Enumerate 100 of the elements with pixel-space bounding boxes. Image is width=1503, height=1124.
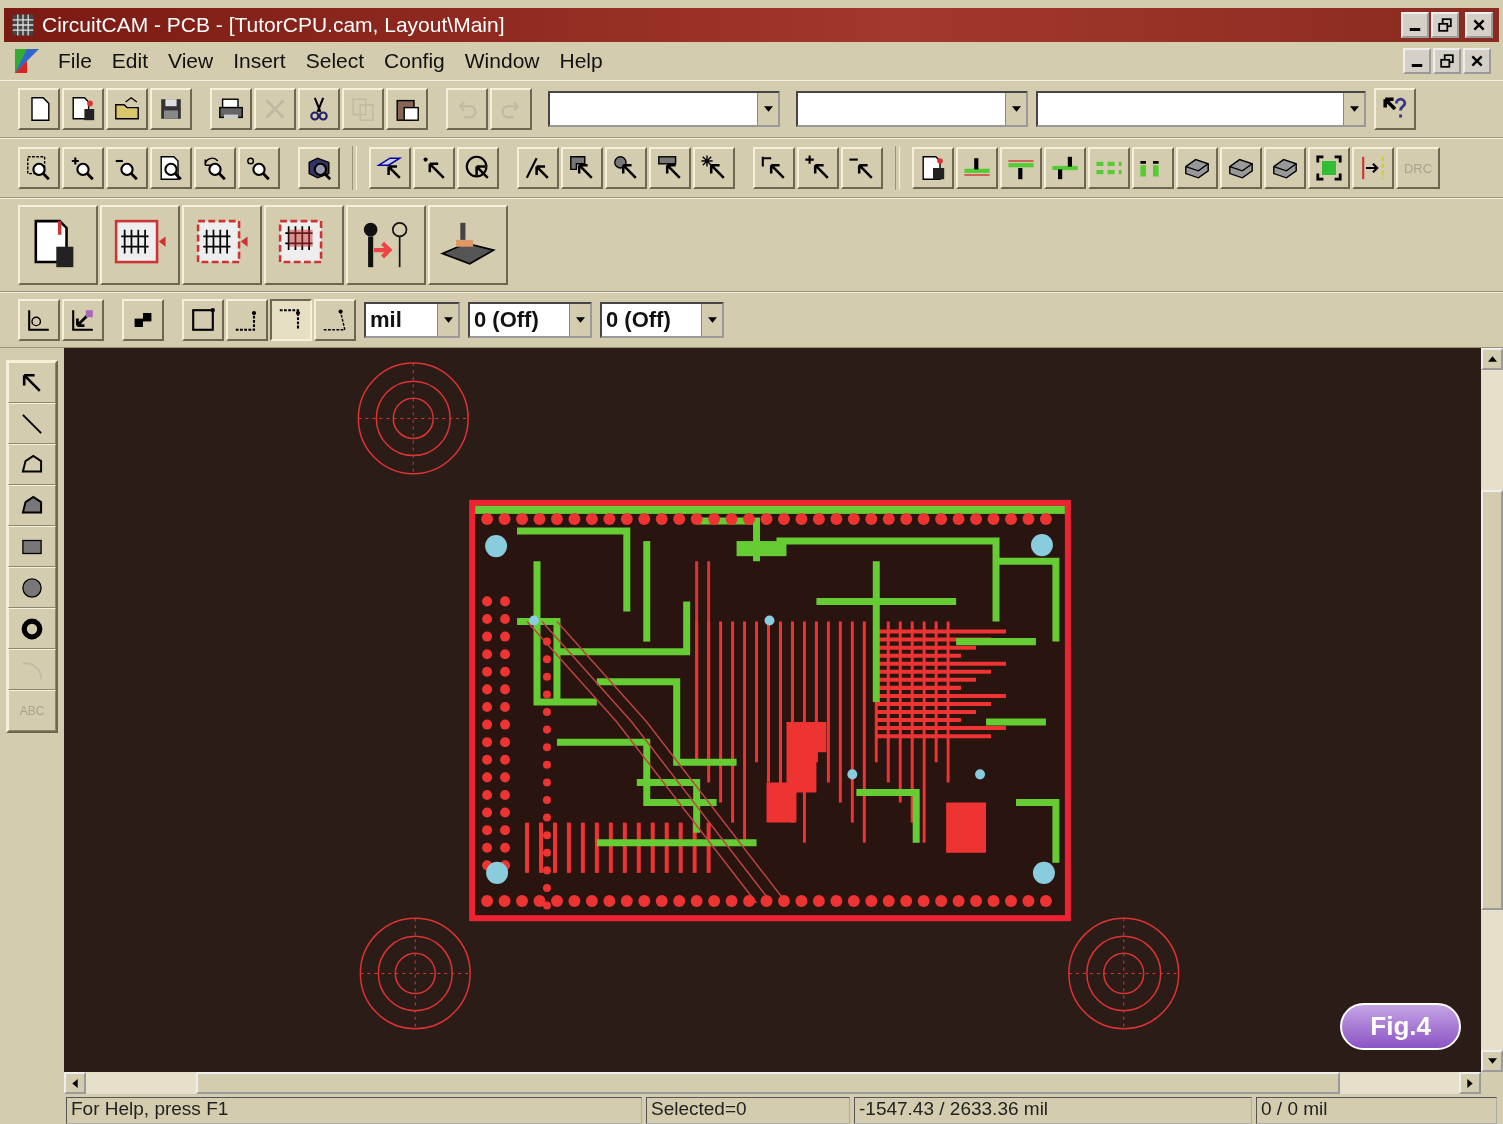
layer-file-button[interactable] [912,147,954,189]
document-close-button[interactable] [1463,48,1491,74]
document-minimize-button[interactable] [1403,48,1431,74]
gap-layer-button[interactable] [1132,147,1174,189]
rectangle-corners-button[interactable] [182,299,224,341]
scroll-up-icon [1487,356,1497,362]
minimize-icon [1409,28,1421,31]
status-text: -1547.43 / 2633.36 mil [854,1097,1252,1124]
colored-document-icon [12,46,42,76]
circle-tool-button[interactable] [8,567,56,608]
menu-item[interactable]: View [160,47,222,75]
zoom-window-button[interactable] [18,147,60,189]
layer-set-dropdown[interactable] [1036,91,1366,127]
printer-button[interactable] [210,88,252,130]
frame-icon [1315,154,1343,182]
status-text: Selected=0 [646,1097,850,1124]
menu-item[interactable]: Help [551,47,611,75]
dashed-layer-button[interactable] [1088,147,1130,189]
restore-icon [1440,54,1454,68]
insulation-grid-button[interactable] [264,205,344,285]
select-magnify-button[interactable] [605,147,647,189]
select-area-button[interactable] [369,147,411,189]
angle-corner-button[interactable] [314,299,356,341]
close-icon [1470,54,1484,68]
menu-item[interactable]: Config [376,47,453,75]
insulation-grid-button[interactable] [100,205,180,285]
add-to-selection-button[interactable] [797,147,839,189]
tool-dropdown[interactable] [796,91,1028,127]
circuit-board-button[interactable] [1220,147,1262,189]
line-tool-button[interactable] [8,403,56,444]
select-line-button[interactable] [517,147,559,189]
select-flag-button[interactable] [753,147,795,189]
select-polygon-button[interactable] [561,147,603,189]
dropdown-arrow-icon [575,317,585,323]
zoom-previous-button[interactable] [194,147,236,189]
both-layers-button[interactable] [1044,147,1086,189]
filled-polygon-tool-button[interactable] [8,485,56,526]
clipboard-button[interactable] [386,88,428,130]
drill-tool-button[interactable] [346,205,426,285]
pointer-button[interactable] [8,362,56,403]
origin-arrow-button[interactable] [62,299,104,341]
milling-machine-button[interactable] [428,205,508,285]
rectangle-corners-icon [189,306,217,334]
circuit-board-button[interactable] [1176,147,1218,189]
menu-item[interactable]: Select [297,47,373,75]
cut-line-button[interactable] [1352,147,1394,189]
document-restore-button[interactable] [1433,48,1461,74]
zoom-page-button[interactable] [150,147,192,189]
restore-icon [1438,18,1452,32]
minimize-icon [1411,64,1423,67]
menu-item[interactable]: File [50,47,100,75]
select-star-button[interactable] [693,147,735,189]
new-from-template-button[interactable] [62,88,104,130]
both-layers-icon [1051,154,1079,182]
open-folder-button[interactable] [106,88,148,130]
close-button[interactable] [1465,12,1493,38]
layer-dropdown[interactable] [548,91,780,127]
window-title: CircuitCAM - PCB - [TutorCPU.cam, Layout\Main] [42,13,506,37]
minimize-button[interactable] [1401,12,1429,38]
new-file-button[interactable] [18,88,60,130]
select-point-button[interactable] [413,147,455,189]
zoom-origin-button[interactable] [238,147,280,189]
menu-item[interactable]: Insert [225,47,294,75]
menu-item[interactable]: Window [456,47,548,75]
dropdown-arrow-icon [763,106,773,112]
select-circle-button[interactable] [457,147,499,189]
bottom-layer-button[interactable] [1000,147,1042,189]
corner-up-button[interactable] [270,299,312,341]
ring-tool-button[interactable] [8,608,56,649]
snap-dropdown[interactable]: 0 (Off) [468,302,592,338]
flip-squares-button[interactable] [122,299,164,341]
top-layer-button[interactable] [956,147,998,189]
menu-item[interactable]: Edit [103,47,157,75]
dropdown-arrow-icon [443,317,453,323]
import-document-button[interactable] [18,205,98,285]
insulation-grid-button[interactable] [182,205,262,285]
dropdown-arrow-icon [1011,106,1021,112]
open-folder-icon [113,95,141,123]
scroll-left-icon [72,1078,78,1088]
grid-dropdown[interactable]: 0 (Off) [600,302,724,338]
zoom-out-button[interactable] [106,147,148,189]
polygon-tool-button[interactable] [8,444,56,485]
select-rect-button[interactable] [649,147,691,189]
zoom-3d-button[interactable] [298,147,340,189]
zero-point-button[interactable] [18,299,60,341]
remove-from-selection-button[interactable] [841,147,883,189]
restore-button[interactable] [1431,12,1459,38]
unit-dropdown[interactable]: mil [364,302,460,338]
zoom-in-button[interactable] [62,147,104,189]
horizontal-scrollbar[interactable] [64,1072,1481,1094]
frame-button[interactable] [1308,147,1350,189]
corner-down-button[interactable] [226,299,268,341]
vertical-scrollbar[interactable] [1481,348,1503,1072]
rectangle-tool-button[interactable] [8,526,56,567]
figure-label: Fig.4 [1340,1003,1461,1050]
circuit-board-button[interactable] [1264,147,1306,189]
chip-grid-icon [10,12,36,38]
floppy-disk-button[interactable] [150,88,192,130]
context-help-button[interactable] [1374,88,1416,130]
scissors-button[interactable] [298,88,340,130]
